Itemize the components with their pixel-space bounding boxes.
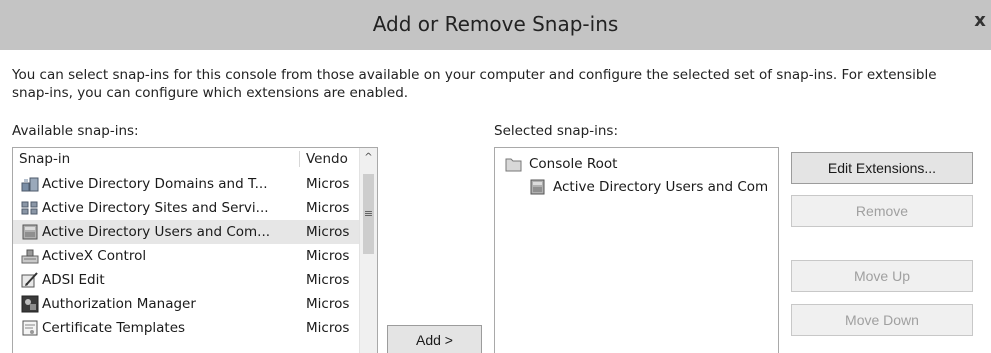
folder-icon	[505, 158, 522, 172]
list-item[interactable]: ADSI Edit Micros	[13, 268, 373, 292]
add-button[interactable]: Add >	[387, 325, 482, 353]
selected-snapins-label: Selected snap-ins:	[494, 123, 619, 139]
close-button[interactable]: x	[969, 6, 991, 36]
title-bar: Add or Remove Snap-ins x	[0, 0, 991, 50]
move-down-button[interactable]: Move Down	[791, 304, 973, 336]
remove-button[interactable]: Remove	[791, 195, 973, 227]
snapin-vendor: Micros	[306, 320, 350, 336]
available-snapins-list[interactable]: Snap-in Vendo Active Directory Domains a…	[12, 147, 378, 353]
snapin-vendor: Micros	[306, 296, 350, 312]
edit-extensions-button[interactable]: Edit Extensions...	[791, 152, 973, 184]
snapin-vendor: Micros	[306, 176, 350, 192]
snapin-vendor: Micros	[306, 248, 350, 264]
move-up-button[interactable]: Move Up	[791, 260, 973, 292]
snapin-vendor: Micros	[306, 200, 350, 216]
snapin-name: Active Directory Sites and Servi...	[42, 200, 269, 216]
list-header: Snap-in Vendo	[13, 148, 377, 170]
snapin-name: Certificate Templates	[42, 320, 186, 336]
scroll-up-arrow[interactable]: ^	[360, 149, 377, 167]
list-item[interactable]: Authorization Manager Micros	[13, 292, 373, 316]
snapin-name: Authorization Manager	[42, 296, 196, 312]
snapin-name: Active Directory Domains and T...	[42, 176, 268, 192]
snapin-name: ActiveX Control	[42, 248, 147, 264]
adsi-edit-icon	[21, 272, 38, 288]
list-item[interactable]: Active Directory Domains and T... Micros	[13, 172, 373, 196]
vertical-scrollbar[interactable]: ^ ≡	[359, 148, 377, 353]
tree-item-label: Console Root	[529, 156, 618, 172]
snapin-vendor: Micros	[306, 272, 350, 288]
selected-snapins-tree[interactable]: Console Root Active Directory Users and …	[494, 147, 779, 353]
scrollbar-grip-icon: ≡	[363, 207, 374, 220]
domains-icon	[21, 177, 39, 192]
dialog-description: You can select snap-ins for this console…	[12, 67, 937, 101]
available-snapins-label: Available snap-ins:	[12, 123, 139, 139]
list-item-selected[interactable]: Active Directory Users and Com... Micros	[13, 220, 373, 244]
authorization-manager-icon	[21, 295, 39, 313]
column-header-snapin[interactable]: Snap-in	[13, 148, 299, 170]
users-computers-icon	[22, 224, 38, 240]
users-computers-icon	[530, 179, 545, 195]
tree-item-label: Active Directory Users and Com	[553, 179, 769, 195]
snapin-name: Active Directory Users and Com...	[42, 224, 271, 240]
snapin-vendor: Micros	[306, 224, 350, 240]
list-item[interactable]: Certificate Templates Micros	[13, 316, 373, 340]
column-header-vendor[interactable]: Vendo	[300, 148, 360, 170]
list-item[interactable]: Active Directory Sites and Servi... Micr…	[13, 196, 373, 220]
snapin-name: ADSI Edit	[42, 272, 105, 288]
activex-icon	[21, 249, 39, 264]
window-title: Add or Remove Snap-ins	[372, 12, 619, 36]
list-item[interactable]: ActiveX Control Micros	[13, 244, 373, 268]
certificate-templates-icon	[22, 320, 38, 336]
sites-icon	[21, 201, 38, 215]
